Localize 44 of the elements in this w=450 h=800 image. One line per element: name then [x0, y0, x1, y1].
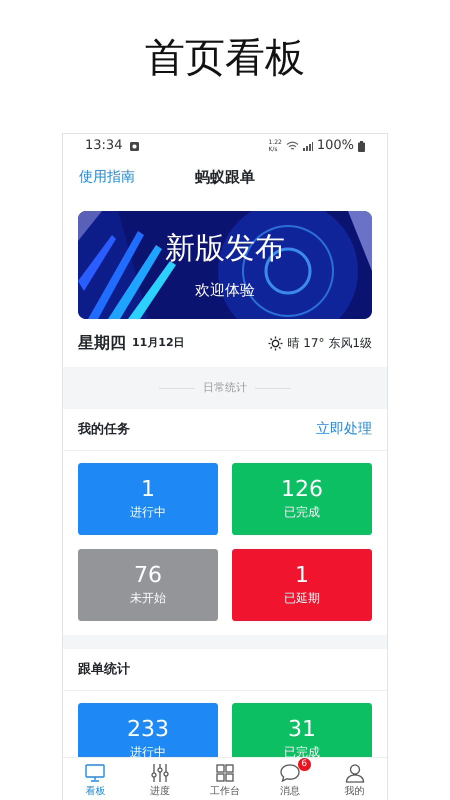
tab-item[interactable]: 看板 [63, 758, 128, 800]
badge-count: 6 [298, 758, 311, 771]
guide-link[interactable]: 使用指南 [79, 166, 135, 188]
signal-icon [302, 142, 313, 150]
monitor-icon [84, 762, 106, 784]
stat-value: 1 [294, 563, 310, 589]
battery-icon [358, 140, 365, 152]
tab-item[interactable]: 工作台 [192, 758, 258, 800]
banner-title: 新版发布 [164, 231, 286, 267]
sliders-icon [149, 762, 172, 784]
stat-tile[interactable]: 126 已完成 [232, 463, 372, 535]
stat-label: 已完成 [283, 504, 321, 521]
stat-label: 已延期 [283, 590, 321, 607]
battery-percent: 100% [316, 137, 354, 156]
chat-icon [278, 762, 301, 784]
stat-label: 未开始 [129, 590, 167, 607]
weekday: 星期四 [78, 332, 126, 354]
notification-icon [130, 142, 140, 150]
grid-icon [214, 762, 236, 784]
section-title: 我的任务 [78, 420, 130, 439]
app-title: 蚂蚁跟单 [195, 166, 255, 188]
stat-value: 1 [140, 477, 156, 503]
stat-value: 76 [133, 563, 163, 589]
status-time: 13:34 [85, 137, 122, 156]
stat-tile[interactable]: 76 未开始 [78, 549, 218, 621]
stat-tile[interactable]: 1 进行中 [78, 463, 218, 535]
stat-tile[interactable]: 1 已延期 [232, 549, 372, 621]
stat-value: 126 [280, 477, 324, 503]
action-link[interactable]: 立即处理 [316, 419, 372, 440]
tab-item[interactable]: 进度 [128, 758, 193, 800]
date-text: 11月12日 [132, 334, 185, 351]
tab-item[interactable]: 消息 6 [257, 758, 322, 800]
page-title: 首页看板 [144, 34, 306, 83]
banner-subtitle: 欢迎体验 [194, 280, 256, 301]
wifi-icon [286, 141, 299, 151]
stat-value: 31 [287, 717, 317, 743]
person-icon [344, 762, 366, 784]
sun-icon [268, 336, 284, 350]
stat-label: 进行中 [129, 504, 167, 521]
stat-value: 233 [126, 717, 170, 743]
section-divider-label: 日常统计 [203, 380, 247, 396]
tab-item[interactable]: 我的 [322, 758, 387, 800]
weather-text: 晴 17° 东风1级 [287, 335, 372, 352]
section-title: 跟单统计 [78, 660, 130, 679]
